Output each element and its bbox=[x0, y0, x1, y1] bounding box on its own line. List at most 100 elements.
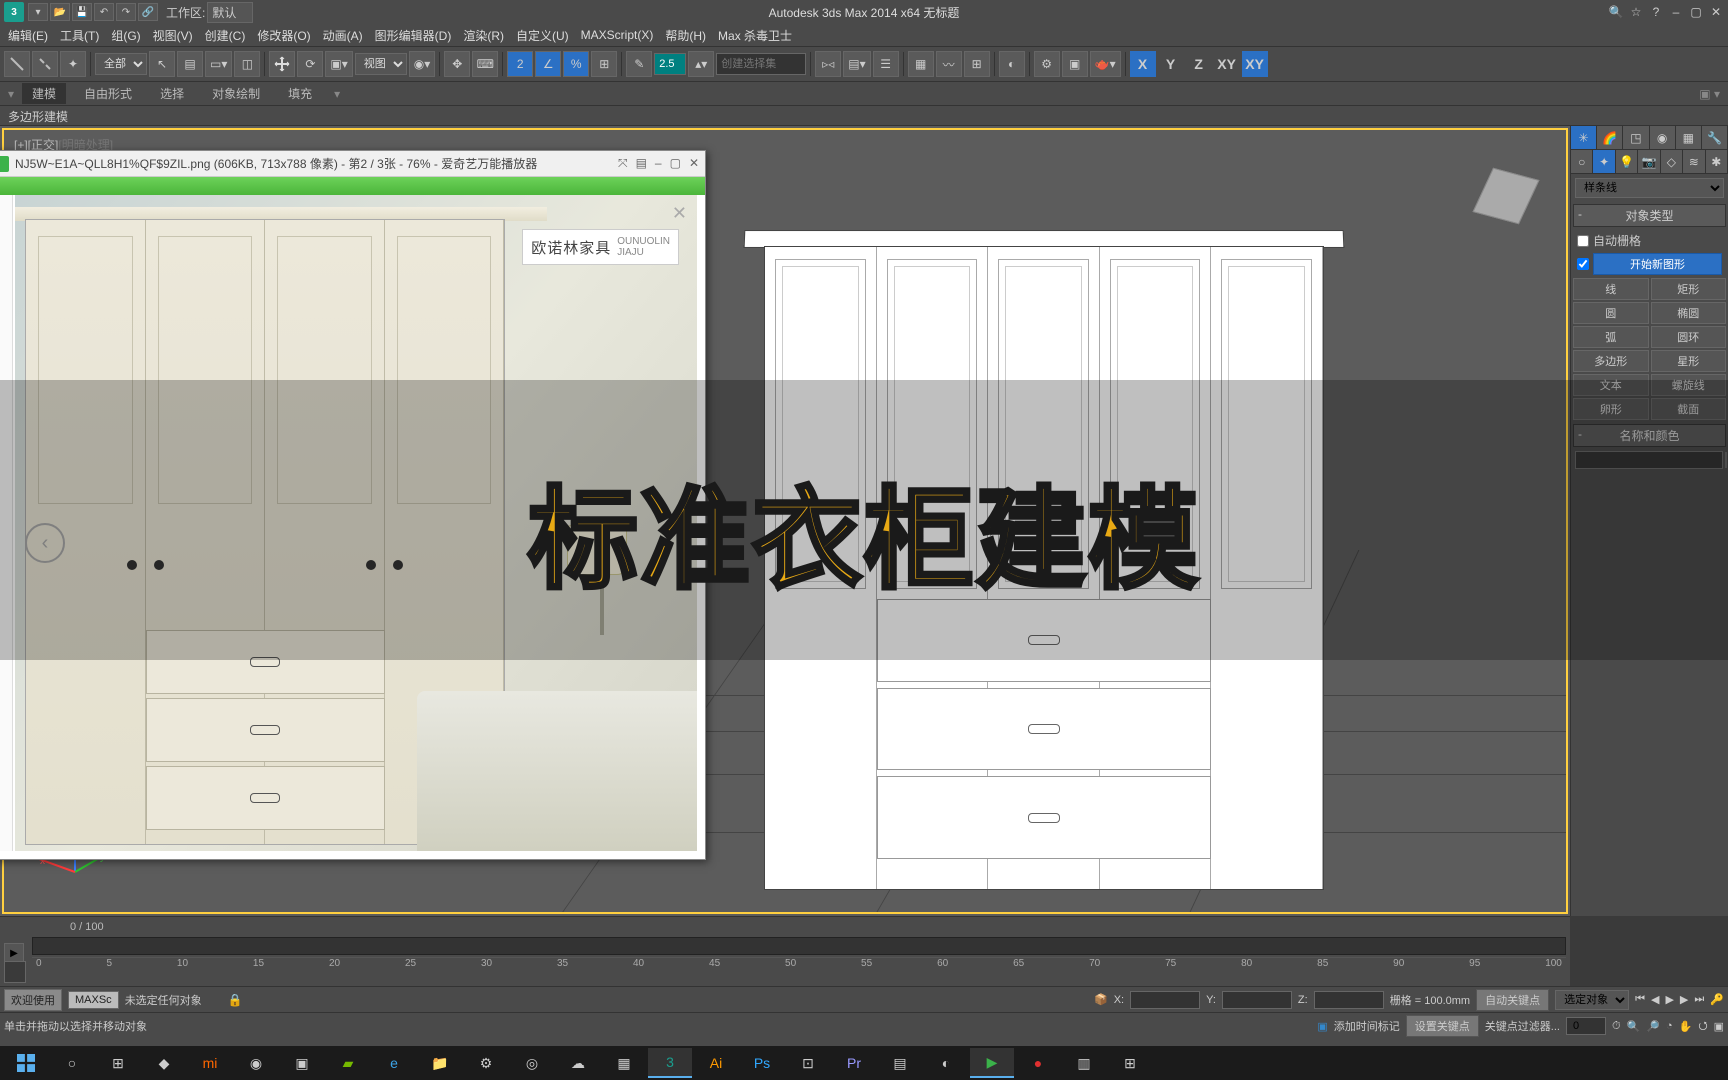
play-icon[interactable]: ▶ bbox=[1665, 993, 1673, 1006]
snap-percent-icon[interactable]: % bbox=[563, 51, 589, 77]
menu-views[interactable]: 视图(V) bbox=[149, 25, 197, 46]
menu-group[interactable]: 组(G) bbox=[107, 25, 144, 46]
maximize-icon[interactable]: ▢ bbox=[1688, 4, 1704, 20]
taskbar-nvidia-icon[interactable]: ▰ bbox=[326, 1048, 370, 1078]
named-selection-input[interactable] bbox=[716, 53, 806, 75]
ribbon-collapse-icon[interactable]: ▣ ▾ bbox=[1699, 87, 1720, 101]
circle-button[interactable]: 圆 bbox=[1573, 302, 1649, 324]
snap-2d-icon[interactable]: 2 bbox=[507, 51, 533, 77]
taskbar-edge-icon[interactable]: e bbox=[372, 1048, 416, 1078]
zoom-extents-icon[interactable]: 🔍 bbox=[1627, 1020, 1641, 1033]
next-frame-icon[interactable]: ▶ bbox=[1680, 993, 1688, 1006]
render-icon[interactable]: 🫖▾ bbox=[1090, 51, 1121, 77]
taskbar-app-5[interactable]: ☁ bbox=[556, 1048, 600, 1078]
start-new-shape-checkbox[interactable] bbox=[1577, 258, 1589, 270]
taskbar-app-9[interactable]: ◐ bbox=[924, 1048, 968, 1078]
redo-icon[interactable]: ↷ bbox=[116, 3, 136, 21]
axis-y-button[interactable]: Y bbox=[1158, 51, 1184, 77]
lights-icon[interactable]: 💡 bbox=[1616, 150, 1638, 173]
key-mode-icon[interactable]: 🔑 bbox=[1710, 993, 1724, 1006]
select-link-icon[interactable] bbox=[4, 51, 30, 77]
schematic-view-icon[interactable]: ⊞ bbox=[964, 51, 990, 77]
rendered-frame-icon[interactable]: ▣ bbox=[1062, 51, 1088, 77]
task-view-icon[interactable]: ⊞ bbox=[96, 1048, 140, 1078]
unlink-icon[interactable] bbox=[32, 51, 58, 77]
menu-animation[interactable]: 动画(A) bbox=[319, 25, 367, 46]
undo-icon[interactable]: ↶ bbox=[94, 3, 114, 21]
ref-image-close-icon[interactable]: ✕ bbox=[672, 203, 687, 224]
material-editor-icon[interactable]: ◐ bbox=[999, 51, 1025, 77]
trackbar-thumb[interactable] bbox=[4, 961, 26, 983]
tab-populate[interactable]: 填充 bbox=[278, 83, 322, 104]
taskbar-pr-icon[interactable]: Pr bbox=[832, 1048, 876, 1078]
line-button[interactable]: 线 bbox=[1573, 278, 1649, 300]
shape-category-dropdown[interactable]: 样条线 bbox=[1575, 178, 1724, 198]
time-config-icon[interactable]: ⏱ bbox=[1612, 1020, 1621, 1033]
taskbar-ai-icon[interactable]: Ai bbox=[694, 1048, 738, 1078]
taskbar-iqiyi-icon[interactable]: ▶ bbox=[970, 1048, 1014, 1078]
ref-maximize-icon[interactable]: ▢ bbox=[670, 156, 681, 171]
menu-edit[interactable]: 编辑(E) bbox=[4, 25, 52, 46]
goto-start-icon[interactable]: ⏮ bbox=[1635, 993, 1645, 1006]
align-icon[interactable]: ▤▾ bbox=[843, 51, 870, 77]
menu-tools[interactable]: 工具(T) bbox=[56, 25, 103, 46]
start-button[interactable] bbox=[4, 1048, 48, 1078]
hierarchy-panel-icon[interactable]: ◳ bbox=[1623, 126, 1649, 149]
taskbar-settings-icon[interactable]: ⚙ bbox=[464, 1048, 508, 1078]
favorite-icon[interactable]: ☆ bbox=[1628, 4, 1644, 20]
select-rotate-icon[interactable]: ⟳ bbox=[297, 51, 323, 77]
open-icon[interactable]: 📂 bbox=[50, 3, 70, 21]
maxscript-badge[interactable]: MAXSc bbox=[68, 991, 119, 1009]
prev-frame-icon[interactable]: ◀ bbox=[1651, 993, 1659, 1006]
taskbar-ps-icon[interactable]: Ps bbox=[740, 1048, 784, 1078]
curve-editor-icon[interactable]: 〰 bbox=[936, 51, 962, 77]
auto-key-button[interactable]: 自动关键点 bbox=[1476, 989, 1549, 1011]
layer-manager-icon[interactable]: ☰ bbox=[873, 51, 899, 77]
coord-x-input[interactable] bbox=[1130, 991, 1200, 1009]
ref-coord-dropdown[interactable]: 视图 bbox=[355, 53, 407, 75]
taskbar-app-4[interactable]: ◎ bbox=[510, 1048, 554, 1078]
spinner-input[interactable] bbox=[654, 53, 686, 75]
object-type-rollout[interactable]: -对象类型 bbox=[1573, 204, 1726, 227]
star-button[interactable]: 星形 bbox=[1651, 350, 1727, 372]
axis-x-button[interactable]: X bbox=[1130, 51, 1156, 77]
ref-settings-icon[interactable]: ▤ bbox=[636, 156, 647, 171]
select-move-icon[interactable] bbox=[269, 51, 295, 77]
fov-icon[interactable]: ◔ bbox=[1666, 1020, 1673, 1032]
goto-end-icon[interactable]: ⏭ bbox=[1694, 993, 1704, 1006]
pan-icon[interactable]: ✋ bbox=[1679, 1020, 1693, 1033]
current-frame-input[interactable] bbox=[1566, 1017, 1606, 1035]
search-icon[interactable]: 🔍 bbox=[1608, 4, 1624, 20]
coord-y-input[interactable] bbox=[1222, 991, 1292, 1009]
tab-freeform[interactable]: 自由形式 bbox=[74, 83, 142, 104]
lock-selection-icon[interactable]: 🔒 bbox=[228, 993, 243, 1007]
taskbar-app-8[interactable]: ▤ bbox=[878, 1048, 922, 1078]
link-icon[interactable]: 🔗 bbox=[138, 3, 158, 21]
helpers-icon[interactable]: ◇ bbox=[1661, 150, 1683, 173]
manipulate-icon[interactable]: ✥ bbox=[444, 51, 470, 77]
modify-panel-icon[interactable]: 🌈 bbox=[1597, 126, 1623, 149]
axis-z-button[interactable]: Z bbox=[1186, 51, 1212, 77]
isolate-icon[interactable]: 📦 bbox=[1094, 993, 1108, 1006]
create-panel-icon[interactable]: ✳ bbox=[1571, 126, 1597, 149]
window-crossing-icon[interactable]: ◫ bbox=[234, 51, 260, 77]
edit-named-sel-icon[interactable]: ✎ bbox=[626, 51, 652, 77]
menu-graph-editors[interactable]: 图形编辑器(D) bbox=[371, 25, 456, 46]
cameras-icon[interactable]: 📷 bbox=[1638, 150, 1660, 173]
orbit-icon[interactable]: ⭯ bbox=[1698, 1017, 1707, 1036]
menu-modifiers[interactable]: 修改器(O) bbox=[253, 25, 314, 46]
spinner-inc-icon[interactable]: ▴▾ bbox=[688, 51, 714, 77]
zoom-all-icon[interactable]: 🔎 bbox=[1646, 1020, 1660, 1033]
help-icon[interactable]: ? bbox=[1648, 4, 1664, 20]
tab-object-paint[interactable]: 对象绘制 bbox=[202, 83, 270, 104]
toggle-ribbon-icon[interactable]: ▦ bbox=[908, 51, 934, 77]
auto-grid-checkbox[interactable] bbox=[1577, 235, 1589, 247]
select-scale-icon[interactable]: ▣▾ bbox=[325, 51, 352, 77]
key-target-dropdown[interactable]: 选定对象 bbox=[1555, 990, 1629, 1010]
motion-panel-icon[interactable]: ◉ bbox=[1650, 126, 1676, 149]
save-icon[interactable]: 💾 bbox=[72, 3, 92, 21]
minimize-icon[interactable]: – bbox=[1668, 4, 1684, 20]
taskbar-app-1[interactable]: ◆ bbox=[142, 1048, 186, 1078]
app-logo-icon[interactable]: 3 bbox=[4, 2, 24, 22]
cortana-icon[interactable]: ○ bbox=[50, 1048, 94, 1078]
